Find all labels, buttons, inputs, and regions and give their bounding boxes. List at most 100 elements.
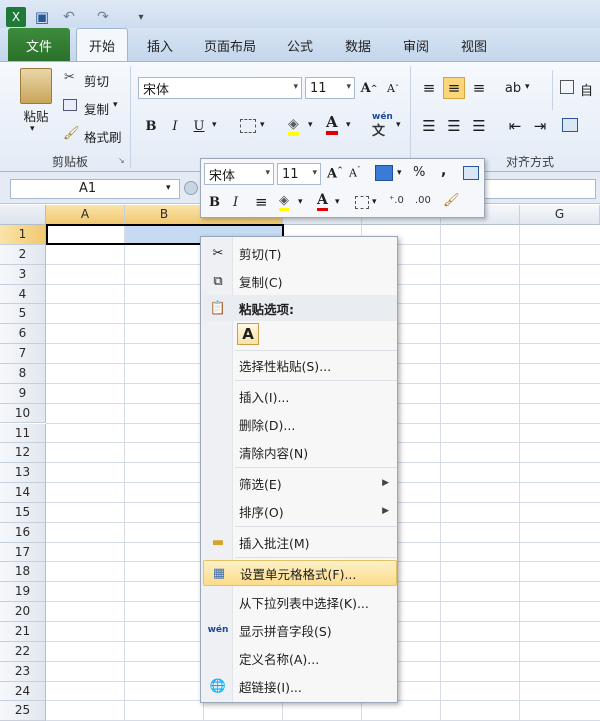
orientation-icon[interactable]: ab xyxy=(502,77,524,99)
row-header[interactable]: 15 xyxy=(0,502,46,523)
menu-item-insert-comment[interactable]: ▬ 插入批注(M) xyxy=(203,529,397,555)
menu-item-sort[interactable]: 排序(O) ▶ xyxy=(203,498,397,524)
menu-item-insert[interactable]: 插入(I)... xyxy=(203,383,397,409)
shrink-font-icon[interactable]: Aˇ xyxy=(349,166,360,180)
mini-border-icon[interactable] xyxy=(355,196,369,209)
resize-handle-icon[interactable] xyxy=(184,181,198,195)
copy-dropdown-icon[interactable]: ▾ xyxy=(113,100,118,110)
mini-size-combo[interactable]: 11 ▾ xyxy=(277,163,321,185)
grow-font-icon[interactable]: A^ xyxy=(358,77,380,99)
menu-item-copy[interactable]: ⧉ 复制(C) xyxy=(203,268,397,294)
row-header[interactable]: 12 xyxy=(0,443,46,464)
row-header[interactable]: 17 xyxy=(0,542,46,563)
menu-item-phonetic[interactable]: wén 显示拼音字段(S) xyxy=(203,617,397,643)
clipboard-launcher-icon[interactable]: ↘ xyxy=(118,156,125,165)
row-header[interactable]: 20 xyxy=(0,602,46,622)
menu-item-delete[interactable]: 删除(D)... xyxy=(203,411,397,437)
row-header[interactable]: 5 xyxy=(0,304,46,325)
column-header[interactable]: B xyxy=(125,205,204,225)
row-header[interactable]: 16 xyxy=(0,522,46,543)
chevron-down-icon[interactable]: ▾ xyxy=(397,168,402,178)
increase-indent-icon[interactable]: ⇥ xyxy=(529,115,551,137)
excel-icon[interactable]: X xyxy=(6,7,26,27)
font-name-combo[interactable]: 宋体 ▾ xyxy=(138,77,302,99)
formula-input[interactable] xyxy=(484,179,596,199)
grow-font-icon[interactable]: A^ xyxy=(327,165,343,181)
menu-item-hyperlink[interactable]: 🌐 超链接(I)... xyxy=(203,673,397,699)
merge-icon[interactable] xyxy=(463,166,479,180)
chevron-down-icon[interactable]: ▾ xyxy=(335,197,340,207)
align-center-icon[interactable]: ☰ xyxy=(443,115,465,137)
save-icon[interactable]: ▣ xyxy=(32,7,52,27)
paste-button[interactable]: 粘贴 xyxy=(14,106,58,125)
menu-item-cut[interactable]: ✂ 剪切(T) xyxy=(203,240,397,266)
copy-button[interactable]: 复制 xyxy=(84,99,109,118)
paste-dropdown-icon[interactable]: ▾ xyxy=(30,124,35,134)
underline-button[interactable]: U xyxy=(188,115,210,137)
row-header[interactable]: 13 xyxy=(0,463,46,484)
row-header[interactable]: 9 xyxy=(0,383,46,404)
redo-icon[interactable]: ↷ xyxy=(92,7,114,27)
chevron-down-icon[interactable]: ▾ xyxy=(346,120,351,130)
tab-file[interactable]: 文件 xyxy=(8,28,70,62)
menu-item-clear-contents[interactable]: 清除内容(N) xyxy=(203,439,397,465)
name-box[interactable]: A1 xyxy=(10,179,180,199)
row-header[interactable]: 18 xyxy=(0,562,46,583)
paste-icon[interactable] xyxy=(20,68,52,104)
percent-button[interactable]: % xyxy=(413,165,425,180)
comma-button[interactable]: , xyxy=(441,163,446,179)
row-header[interactable]: 7 xyxy=(0,344,46,364)
format-painter-button[interactable]: 格式刷 xyxy=(84,127,122,146)
row-header[interactable]: 19 xyxy=(0,582,46,603)
increase-decimal-icon[interactable]: ⁺.0 xyxy=(389,195,404,206)
wrap-text-button[interactable]: 自 xyxy=(580,80,593,99)
chevron-down-icon[interactable]: ▾ xyxy=(298,197,303,207)
menu-item-paste-special[interactable]: 选择性粘贴(S)... xyxy=(203,352,397,378)
row-header[interactable]: 2 xyxy=(0,244,46,265)
align-right-icon[interactable]: ☰ xyxy=(468,115,490,137)
shrink-font-icon[interactable]: Aˇ xyxy=(382,77,404,99)
mini-fill-color-icon[interactable]: ◈ xyxy=(279,193,289,211)
row-header[interactable]: 11 xyxy=(0,423,46,444)
customize-qat-icon[interactable]: ▾ xyxy=(134,7,148,27)
decrease-indent-icon[interactable]: ⇤ xyxy=(504,115,526,137)
chevron-down-icon[interactable]: ▾ xyxy=(372,197,377,207)
copy-icon[interactable] xyxy=(63,99,77,111)
align-left-icon[interactable]: ☰ xyxy=(418,115,440,137)
mini-bold-button[interactable]: B xyxy=(209,195,220,210)
mini-center-icon[interactable]: ≡ xyxy=(255,193,268,211)
chevron-down-icon[interactable]: ▾ xyxy=(166,183,171,193)
row-header[interactable]: 1 xyxy=(0,225,46,245)
mini-italic-button[interactable]: I xyxy=(233,195,238,210)
border-icon[interactable] xyxy=(240,119,256,133)
row-header[interactable]: 4 xyxy=(0,284,46,305)
fill-color-icon[interactable]: ◈ xyxy=(288,116,299,136)
row-header[interactable]: 21 xyxy=(0,622,46,642)
row-header[interactable]: 22 xyxy=(0,641,46,662)
format-painter-icon[interactable]: 🖌 xyxy=(63,126,80,141)
paste-keep-source-button[interactable]: A xyxy=(237,323,259,345)
menu-item-define-name[interactable]: 定义名称(A)... xyxy=(203,645,397,671)
menu-item-format-cells[interactable]: ▦ 设置单元格格式(F)... xyxy=(203,560,397,586)
row-header[interactable]: 25 xyxy=(0,701,46,721)
chevron-down-icon[interactable]: ▾ xyxy=(525,82,530,92)
row-header[interactable]: 6 xyxy=(0,324,46,345)
chevron-down-icon[interactable]: ▾ xyxy=(308,120,313,130)
cell-style-icon[interactable] xyxy=(375,165,393,181)
tab-insert[interactable]: 插入 xyxy=(134,28,186,62)
undo-icon[interactable]: ↶ xyxy=(58,7,80,27)
font-size-combo[interactable]: 11 ▾ xyxy=(305,77,355,99)
mini-font-combo[interactable]: 宋体 ▾ xyxy=(204,163,274,185)
menu-item-filter[interactable]: 筛选(E) ▶ xyxy=(203,470,397,496)
scissors-icon[interactable]: ✂ xyxy=(64,70,75,85)
tab-home[interactable]: 开始 xyxy=(76,28,128,62)
chevron-down-icon[interactable]: ▾ xyxy=(260,120,265,130)
menu-item-pick-from-list[interactable]: 从下拉列表中选择(K)... xyxy=(203,589,397,615)
tab-review[interactable]: 审阅 xyxy=(390,28,442,62)
row-header[interactable]: 8 xyxy=(0,363,46,384)
column-header[interactable]: G xyxy=(520,205,600,225)
align-middle-icon[interactable]: ≡ xyxy=(443,77,465,99)
font-color-icon[interactable]: A xyxy=(326,114,338,135)
bold-button[interactable]: B xyxy=(140,115,162,137)
phonetic-guide-icon[interactable]: wén 文 xyxy=(372,112,393,139)
